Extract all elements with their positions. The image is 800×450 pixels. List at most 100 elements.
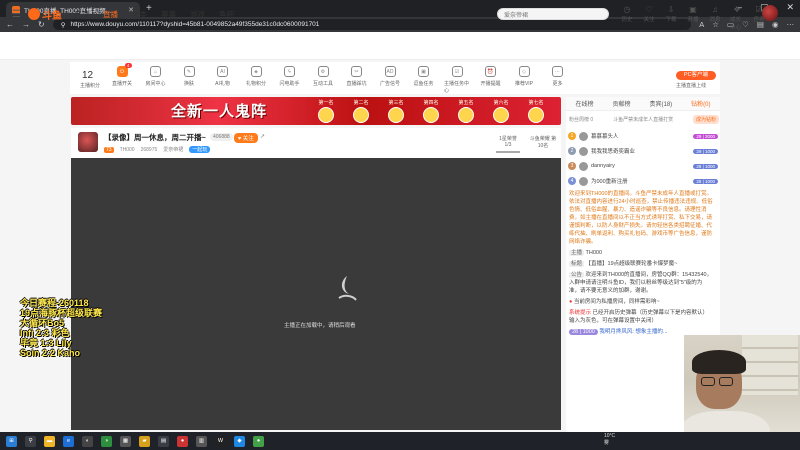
header-icons: ◷ 历史 ♡ 关注 ⇩ 下载 ▣ 开播 ♫ 消息 ❖ 成长中心 ☑ 任务 — [620, 5, 766, 31]
toolbar-item[interactable]: ϟ 闪电助手 — [277, 66, 303, 87]
tab-online[interactable]: 在线榜 — [575, 99, 593, 108]
toolbar-item[interactable]: ✂ 直播踩坑 — [344, 66, 370, 87]
title-label: 标题 — [569, 261, 585, 267]
windows-taskbar: ⊞ ⚲ ▬ e ◐ ◑ ▦ ▰ ▤ ● ▥ W ◆ ● — [0, 432, 800, 450]
file-explorer-icon[interactable]: ▬ — [44, 435, 55, 447]
system-tip-label: 系统提示 — [569, 310, 592, 316]
promo-banner[interactable]: 全新一人鬼阵 第一名 第二名 第三名 第四名 第五名 第六名 第七名 — [71, 97, 561, 125]
toolbar-item[interactable]: ⏰ 开播提醒 — [478, 66, 504, 87]
toolbar-item[interactable]: AI AI礼物 — [210, 66, 236, 87]
edge-icon[interactable]: e — [63, 435, 74, 447]
glasses-right — [719, 377, 733, 386]
url-field[interactable]: ⚲ https://www.douyu.com/110117?dyshid=45… — [52, 19, 692, 30]
app-icon-4[interactable]: ▰ — [139, 435, 150, 447]
heart-icon: ♡ — [645, 5, 653, 14]
tab-vip[interactable]: 贵宾(18) — [649, 99, 672, 108]
rank-row[interactable]: 1 慕慕慕头人 29 | 3000 — [568, 130, 718, 142]
bell-icon: ♫ — [712, 5, 718, 14]
banner-rank: 第六名 — [488, 99, 514, 124]
toolbar-item[interactable]: ⋯ 更多 — [545, 66, 571, 87]
tab-diamond[interactable]: 钻粉(0) — [691, 99, 710, 108]
app-icon-10[interactable]: ● — [253, 435, 264, 447]
toolbar-item-icon: ◈ — [250, 66, 262, 77]
streamer-avatar[interactable] — [78, 132, 98, 152]
app-icon-6[interactable]: ● — [177, 435, 188, 447]
rank-row[interactable]: 3 dannyairy 28 | 1000 — [568, 160, 718, 172]
toolbar-item-icon: ✂ — [351, 66, 362, 77]
back-icon[interactable]: ← — [6, 20, 14, 29]
toolbar-item[interactable]: ⚙ 互动工具 — [310, 66, 336, 87]
tab-contribution[interactable]: 贡献榜 — [612, 99, 630, 108]
schedule-overlay: 今日赛程-260118 19点海豚杯超级联赛 大循环Bo5 Infi 2:3 彩… — [20, 298, 102, 358]
app-icon-7[interactable]: ▥ — [196, 435, 207, 447]
profile-icon[interactable]: ◉ — [772, 20, 779, 29]
rank-row[interactable]: 2 我我我思奇奕霸业 29 | 1000 — [568, 145, 718, 157]
app-icon-5[interactable]: ▤ — [158, 435, 169, 447]
app-icon-9[interactable]: ◆ — [234, 435, 245, 447]
chat-messages: 欢迎来到TH000的直播间。斗鱼严禁未成年人直播或打赏。依法对直播内容进行24小… — [566, 190, 716, 336]
nav-live[interactable]: 直播 — [103, 9, 118, 20]
banner-rank: 第五名 — [453, 99, 479, 124]
toolbar-item[interactable]: ◇ 推荐VIP — [511, 66, 537, 87]
share-icon[interactable]: ↗ — [260, 133, 265, 140]
toolbar-item-icon: ◇ — [518, 66, 530, 77]
video-player[interactable] — [71, 158, 561, 430]
app-icon-1[interactable]: ◐ — [82, 435, 93, 447]
menu-icon[interactable]: ☰ — [12, 9, 21, 20]
growth-icon: ❖ — [733, 5, 741, 14]
pc-client-button[interactable]: PC客户端 — [676, 71, 716, 80]
toolbar-item[interactable]: AD 广告信号 — [377, 66, 403, 87]
toolbar-item[interactable]: ⏻ 直播开关 4 — [109, 63, 135, 87]
more-icon[interactable]: ⋯ — [787, 20, 795, 29]
history-button[interactable]: ◷ 历史 — [620, 5, 634, 31]
banner-rank-avatar — [458, 107, 474, 123]
category-link[interactable]: 爱奈帝裙 — [163, 146, 183, 153]
nav-yuba[interactable]: 鱼吧 — [219, 9, 234, 20]
banner-rank-avatar — [423, 107, 439, 123]
forward-icon[interactable]: → — [22, 20, 30, 29]
search-icon[interactable]: ⚲ — [25, 435, 36, 447]
tag-pill[interactable]: 一起玩 — [189, 146, 211, 153]
weather-widget[interactable]: 10°C 雾 — [604, 433, 615, 447]
nav-home[interactable]: 首页 — [74, 9, 89, 20]
rank-level-badge: 29 | 3000 — [693, 133, 718, 139]
messages-button[interactable]: ♫ 消息 — [708, 5, 722, 31]
user-avatar[interactable] — [762, 5, 778, 21]
windows-start-icon[interactable]: ⊞ — [6, 435, 17, 447]
follow-button[interactable]: ♡ 关注 — [642, 5, 656, 31]
download-button[interactable]: ⇩ 下载 — [664, 5, 678, 31]
private-room-text: 当前房间为私播房间，同样需彩响~ — [573, 299, 660, 305]
app-icon-3[interactable]: ▦ — [120, 435, 131, 447]
start-stream-button[interactable]: ▣ 开播 — [686, 5, 700, 31]
toolbar-item[interactable]: ☑ 主播任务中心 — [444, 66, 470, 94]
toolbar-item-icon: AI — [217, 66, 228, 77]
toolbar-item[interactable]: ◈ 礼物积分 — [243, 66, 269, 87]
main-nav: 首页 直播 分类 赛事 游戏 鱼吧 — [74, 9, 234, 20]
nav-category[interactable]: 分类 — [132, 9, 147, 20]
banner-rank: 第七名 — [523, 99, 549, 124]
glory-box[interactable]: 斗鱼荣耀 第10名 — [528, 135, 558, 149]
overlay-line: 19点海豚杯超级联赛 — [20, 308, 103, 318]
webcam-shelf — [742, 335, 798, 395]
become-diamond-button[interactable]: 成为钻粉 — [692, 115, 719, 124]
nav-games[interactable]: 游戏 — [190, 9, 205, 20]
toolbar-item[interactable]: ⌂ 房间中心 — [143, 66, 169, 87]
douyu-logo[interactable]: 斗鱼 — [28, 7, 64, 22]
toolbar-item[interactable]: ▣ 逗鱼任务 — [411, 66, 437, 87]
growth-center-button[interactable]: ❖ 成长中心 — [730, 5, 744, 31]
streamer-name[interactable]: TH000 — [120, 147, 135, 153]
nav-events[interactable]: 赛事 — [161, 9, 176, 20]
app-icon-8[interactable]: W — [215, 435, 226, 447]
honor-box[interactable]: 1星荣誉 1/3 — [496, 135, 520, 153]
followers-count: 268975 — [140, 146, 158, 153]
rank-number: 4 — [568, 177, 576, 185]
toolbar-item[interactable]: ✎ 换肤 — [176, 66, 202, 87]
rank-name: 慕慕慕头人 — [591, 134, 619, 140]
rank-row[interactable]: 4 为000重新注册 28 | 1000 — [568, 175, 718, 187]
app-icon-2[interactable]: ◑ — [101, 435, 112, 447]
rank-avatar — [579, 131, 588, 141]
search-input[interactable]: 爱奈帝裙 — [497, 8, 609, 20]
follow-button[interactable]: ♥ 关注 — [234, 133, 258, 143]
overlay-line: 毕竟 1:3 Lily — [20, 338, 72, 348]
close-window-icon[interactable]: ✕ — [786, 2, 794, 13]
